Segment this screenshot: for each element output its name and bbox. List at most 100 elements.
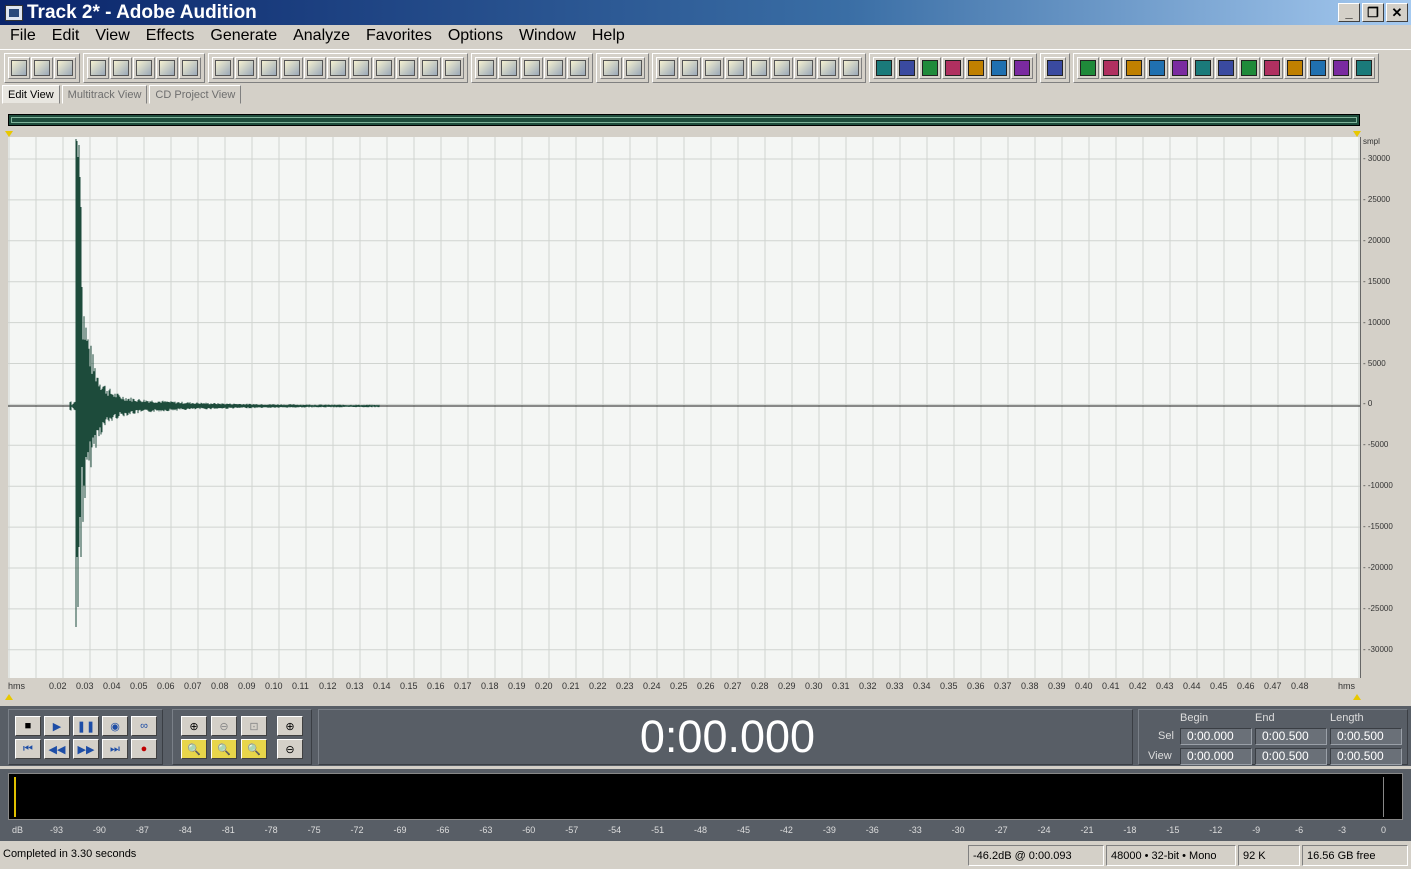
fx3-button[interactable]: [919, 56, 941, 79]
zoom-button[interactable]: [748, 56, 770, 79]
zoom-selection-button[interactable]: 🔍: [241, 739, 267, 759]
analyzer-button[interactable]: [1044, 56, 1066, 79]
open-file-button[interactable]: [110, 56, 132, 79]
ana9-button[interactable]: [1261, 56, 1283, 79]
repeat-button[interactable]: [258, 56, 280, 79]
rewind-button[interactable]: ◀◀: [44, 739, 70, 759]
window1-button[interactable]: [656, 56, 678, 79]
menu-help[interactable]: Help: [584, 27, 633, 45]
window3-button[interactable]: [702, 56, 724, 79]
restore-button[interactable]: ❐: [1362, 3, 1384, 22]
copy-button[interactable]: [304, 56, 326, 79]
ana3-button[interactable]: [1123, 56, 1145, 79]
paste-button[interactable]: [350, 56, 372, 79]
close-button[interactable]: ✕: [1386, 3, 1408, 22]
multitrack-button[interactable]: [31, 56, 53, 79]
grid3-button[interactable]: [567, 56, 589, 79]
menu-options[interactable]: Options: [440, 27, 511, 45]
fast-forward-button[interactable]: ▶▶: [73, 739, 99, 759]
stop-button[interactable]: ■: [15, 716, 41, 736]
grid-button[interactable]: [521, 56, 543, 79]
fx5-button[interactable]: [965, 56, 987, 79]
tab-edit-view[interactable]: Edit View: [2, 85, 60, 104]
menu-favorites[interactable]: Favorites: [358, 27, 440, 45]
mix-paste-button[interactable]: [396, 56, 418, 79]
loop-button[interactable]: ∞: [131, 716, 157, 736]
marquee-button[interactable]: [623, 56, 645, 79]
zoom-left-button[interactable]: 🔍: [181, 739, 207, 759]
status-format[interactable]: 48000 • 32-bit • Mono: [1106, 845, 1236, 866]
save-button[interactable]: [133, 56, 155, 79]
ana4-button[interactable]: [1146, 56, 1168, 79]
sel-end-field[interactable]: 0:00.500: [1255, 728, 1327, 745]
fx4-button[interactable]: [942, 56, 964, 79]
new-file-button[interactable]: [87, 56, 109, 79]
ana1-button[interactable]: [1077, 56, 1099, 79]
go-to-beginning-button[interactable]: ⏮: [15, 739, 41, 759]
pause-button[interactable]: ❚❚: [73, 716, 99, 736]
menu-window[interactable]: Window: [511, 27, 584, 45]
ana2-button[interactable]: [1100, 56, 1122, 79]
envelope-button[interactable]: [475, 56, 497, 79]
save-as-button[interactable]: [156, 56, 178, 79]
menu-analyze[interactable]: Analyze: [285, 27, 358, 45]
menu-generate[interactable]: Generate: [202, 27, 285, 45]
zoom-full-button[interactable]: ⊡: [241, 716, 267, 736]
waveform-display[interactable]: [8, 137, 1360, 678]
ana11-button[interactable]: [1307, 56, 1329, 79]
ana6-button[interactable]: [1192, 56, 1214, 79]
ana8-button[interactable]: [1238, 56, 1260, 79]
zoom-out-vertical-button[interactable]: ⊖: [277, 739, 303, 759]
play-looped-button[interactable]: ◉: [102, 716, 128, 736]
cut-button[interactable]: [327, 56, 349, 79]
fx6-button[interactable]: [988, 56, 1010, 79]
fx2-button[interactable]: [896, 56, 918, 79]
paste-new-button[interactable]: [373, 56, 395, 79]
view-begin-field[interactable]: 0:00.000: [1180, 748, 1252, 765]
sel-length-field[interactable]: 0:00.500: [1330, 728, 1402, 745]
ana10-button[interactable]: [1284, 56, 1306, 79]
menu-edit[interactable]: Edit: [44, 27, 88, 45]
undo-button[interactable]: [212, 56, 234, 79]
menu-effects[interactable]: Effects: [138, 27, 203, 45]
convert-button[interactable]: [442, 56, 464, 79]
fx7-button[interactable]: [1011, 56, 1033, 79]
cursor-button[interactable]: [600, 56, 622, 79]
tab-cd-project-view[interactable]: CD Project View: [149, 85, 242, 104]
ana7-button[interactable]: [1215, 56, 1237, 79]
tab-multitrack-view[interactable]: Multitrack View: [61, 85, 148, 104]
save-all-button[interactable]: [179, 56, 201, 79]
minimize-button[interactable]: _: [1338, 3, 1360, 22]
play-button[interactable]: [725, 56, 747, 79]
sel-begin-field[interactable]: 0:00.000: [1180, 728, 1252, 745]
spectral-button[interactable]: [840, 56, 862, 79]
zoom-in-vertical-button[interactable]: ⊕: [277, 716, 303, 736]
window2-button[interactable]: [679, 56, 701, 79]
zoom-in-horizontal-button[interactable]: ⊕: [181, 716, 207, 736]
redo-button[interactable]: [235, 56, 257, 79]
normalize-button[interactable]: [498, 56, 520, 79]
app-icon[interactable]: [5, 4, 23, 21]
loop-button[interactable]: [419, 56, 441, 79]
go-to-end-button[interactable]: ⏭: [102, 739, 128, 759]
grid2-button[interactable]: [544, 56, 566, 79]
zoom-right-button[interactable]: 🔍: [211, 739, 237, 759]
cd-button[interactable]: [54, 56, 76, 79]
record-button[interactable]: ●: [131, 739, 157, 759]
view-end-field[interactable]: 0:00.500: [1255, 748, 1327, 765]
menu-view[interactable]: View: [87, 27, 137, 45]
selection-end-marker-bottom[interactable]: [1353, 694, 1361, 700]
bars-button[interactable]: [794, 56, 816, 79]
menu-file[interactable]: File: [2, 27, 44, 45]
time-ruler[interactable]: hms hms 0.02 0.03 0.04 0.05 0.06 0.07 0.08 0.09 0.…: [8, 678, 1360, 694]
fx1-button[interactable]: [873, 56, 895, 79]
time-display-button[interactable]: [771, 56, 793, 79]
waveform-edit-button[interactable]: [8, 56, 30, 79]
ana5-button[interactable]: [1169, 56, 1191, 79]
play-button[interactable]: ▶: [44, 716, 70, 736]
zoom-out-horizontal-button[interactable]: ⊖: [211, 716, 237, 736]
view-length-field[interactable]: 0:00.500: [1330, 748, 1402, 765]
amplitude-ruler[interactable]: smpl - 30000 - 25000 - 20000 - 15000 - 10000 -…: [1360, 137, 1403, 678]
overview-bar[interactable]: [8, 114, 1360, 126]
selection-start-marker-bottom[interactable]: [5, 694, 13, 700]
